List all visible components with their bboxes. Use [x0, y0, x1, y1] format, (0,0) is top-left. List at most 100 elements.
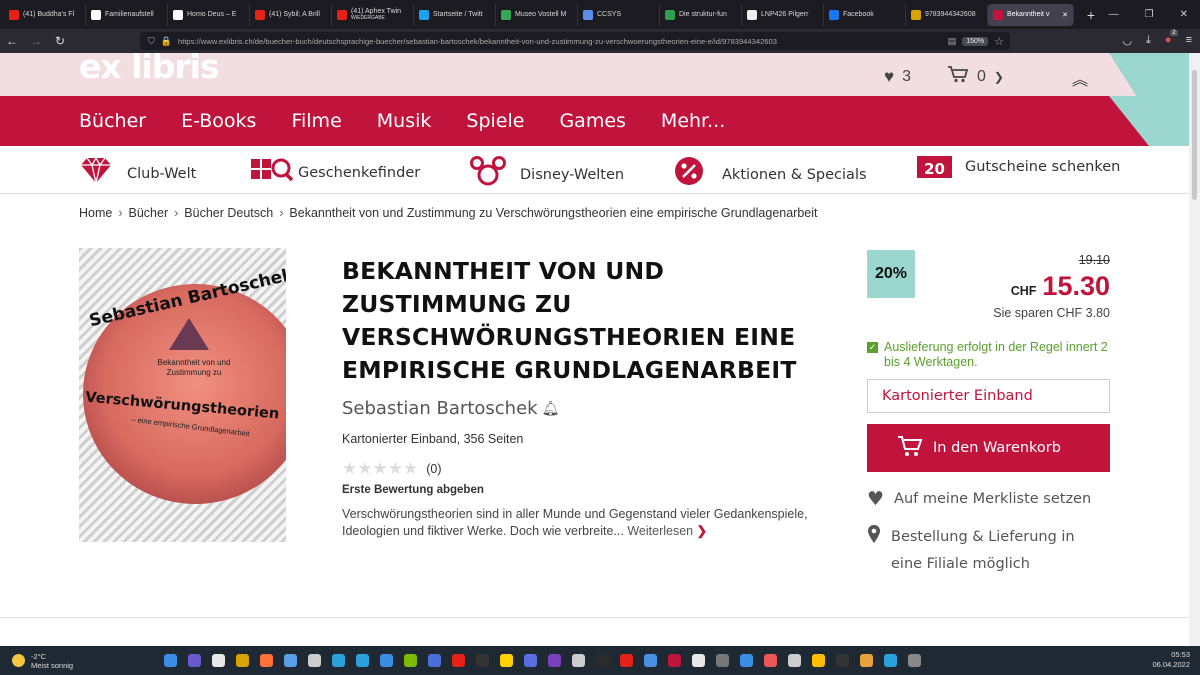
taskbar-app-icon[interactable] [620, 654, 633, 667]
taskbar-app-icon[interactable] [572, 654, 585, 667]
cart-icon[interactable] [947, 65, 969, 88]
author-link[interactable]: Sebastian Bartoschek [342, 398, 538, 419]
taskbar-app-icon[interactable] [452, 654, 465, 667]
main-nav-item[interactable]: Mehr... [661, 110, 725, 132]
browser-tab[interactable]: Homo Deus – E [168, 3, 250, 26]
main-nav-item[interactable]: Games [559, 110, 625, 132]
read-more-link[interactable]: Weiterlesen [627, 524, 693, 538]
taskbar-app-icon[interactable] [404, 654, 417, 667]
url-text[interactable]: https://www.exlibris.ch/de/buecher-buch/… [178, 37, 942, 46]
first-review-link[interactable]: Erste Bewertung abgeben [342, 484, 484, 496]
main-nav-item[interactable]: Musik [377, 110, 432, 132]
taskbar-app-icon[interactable] [884, 654, 897, 667]
weather-widget[interactable]: -2°C Meist sonnig [0, 652, 160, 670]
taskbar-app-icon[interactable] [836, 654, 849, 667]
binding-select[interactable]: Kartonierter Einband [867, 379, 1110, 413]
book-cover-image[interactable]: Sebastian Bartoschek Bekanntheit von und… [79, 248, 286, 542]
reader-view-icon[interactable]: ▤ [948, 36, 957, 47]
browser-tab[interactable]: (41) Aphex Twin WIEDERGABE [332, 3, 414, 26]
minimize-icon[interactable]: — [1109, 9, 1119, 20]
menu-icon[interactable]: ≡ [1186, 34, 1192, 47]
store-delivery-info[interactable]: Bestellung & Lieferung in eine Filiale m… [867, 524, 1081, 578]
close-tab-icon[interactable]: ✕ [1062, 11, 1068, 19]
add-to-cart-button[interactable]: In den Warenkorb [867, 424, 1110, 472]
cart-count[interactable]: 0 [977, 68, 986, 86]
collapse-header-icon[interactable]: ︽ [1072, 66, 1088, 90]
bookmark-star-icon[interactable]: ☆ [994, 35, 1010, 48]
browser-tab[interactable]: Bekanntheit v ✕ [988, 3, 1074, 26]
taskbar-app-icon[interactable] [692, 654, 705, 667]
url-bar[interactable]: ⛉ 🔒 https://www.exlibris.ch/de/buecher-b… [140, 32, 1010, 50]
main-nav-item[interactable]: Filme [291, 110, 341, 132]
subnav-gutscheine[interactable]: 20 Gutscheine schenken [917, 156, 1120, 178]
bell-icon[interactable]: 🔔︎ [542, 401, 560, 417]
extension-icon[interactable]: ● 2 [1165, 30, 1178, 47]
taskbar-app-icon[interactable] [476, 654, 489, 667]
browser-tab[interactable]: CCSYS [578, 3, 660, 26]
taskbar-app-icon[interactable] [740, 654, 753, 667]
shield-icon[interactable]: ⛉ [148, 36, 155, 47]
main-nav-item[interactable]: Spiele [466, 110, 524, 132]
main-nav-item[interactable]: E-Books [181, 110, 256, 132]
download-icon[interactable]: ⤓ [1146, 34, 1151, 47]
browser-tab[interactable]: LNP426 Pilgerr [742, 3, 824, 26]
new-tab-button[interactable]: + [1082, 7, 1100, 23]
taskbar-app-icon[interactable] [500, 654, 513, 667]
chevron-right-icon[interactable]: ❯ [697, 524, 707, 538]
reload-icon[interactable]: ↻ [48, 34, 72, 48]
browser-tab[interactable]: Museo Vostell M [496, 3, 578, 26]
subnav-club-welt[interactable]: Club-Welt [79, 156, 196, 191]
maximize-icon[interactable]: ❐ [1145, 9, 1154, 20]
breadcrumb-buecher[interactable]: Bücher [129, 206, 169, 220]
taskbar-app-icon[interactable] [428, 654, 441, 667]
wishlist-count[interactable]: 3 [902, 68, 911, 86]
subnav-aktionen[interactable]: Aktionen & Specials [674, 156, 867, 193]
taskbar-app-icon[interactable] [260, 654, 273, 667]
back-icon[interactable]: ← [0, 34, 24, 48]
taskbar-app-icon[interactable] [596, 654, 609, 667]
taskbar-app-icon[interactable] [524, 654, 537, 667]
lock-icon[interactable]: 🔒 [161, 36, 172, 47]
taskbar-app-icon[interactable] [284, 654, 297, 667]
browser-tab[interactable]: (41) Buddha's Fl [4, 3, 86, 26]
zoom-level[interactable]: 150% [962, 36, 989, 46]
browser-tab[interactable]: Startseite / Twitt [414, 3, 496, 26]
pocket-icon[interactable]: ◡ [1122, 34, 1132, 47]
exlibris-logo[interactable]: ex libris [79, 53, 220, 86]
taskbar-app-icon[interactable] [236, 654, 249, 667]
browser-tab[interactable]: (41) Sybil; A Brill [250, 3, 332, 26]
scrollbar-thumb[interactable] [1192, 70, 1197, 200]
taskbar-app-icon[interactable] [188, 654, 201, 667]
taskbar-app-icon[interactable] [212, 654, 225, 667]
main-nav-item[interactable]: Bücher [79, 110, 146, 132]
browser-tab[interactable]: 9783944342608 [906, 3, 988, 26]
taskbar-app-icon[interactable] [860, 654, 873, 667]
heart-icon[interactable]: ♥ [884, 67, 894, 87]
close-icon[interactable]: ✕ [1180, 9, 1188, 20]
taskbar-app-icon[interactable] [716, 654, 729, 667]
taskbar-app-icon[interactable] [764, 654, 777, 667]
taskbar-app-icon[interactable] [908, 654, 921, 667]
subnav-geschenkefinder[interactable]: Geschenkefinder [250, 156, 420, 189]
chevron-down-icon[interactable]: ❯ [994, 70, 1004, 84]
taskbar-app-icon[interactable] [308, 654, 321, 667]
taskbar-app-icon[interactable] [644, 654, 657, 667]
forward-icon[interactable]: → [24, 34, 48, 48]
taskbar-app-icon[interactable] [164, 654, 177, 667]
browser-tab[interactable]: Facebook [824, 3, 906, 26]
taskbar-app-icon[interactable] [332, 654, 345, 667]
taskbar-app-icon[interactable] [356, 654, 369, 667]
breadcrumb-home[interactable]: Home [79, 206, 112, 220]
subnav-disney-welten[interactable]: Disney-Welten [470, 156, 624, 193]
browser-tab[interactable]: Familienaufstell [86, 3, 168, 26]
add-to-wishlist-link[interactable]: ♥ Auf meine Merkliste setzen [867, 488, 1091, 510]
taskbar-app-icon[interactable] [668, 654, 681, 667]
taskbar-app-icon[interactable] [812, 654, 825, 667]
taskbar-app-icon[interactable] [548, 654, 561, 667]
breadcrumb-buecher-deutsch[interactable]: Bücher Deutsch [184, 206, 273, 220]
browser-tab[interactable]: Die struktur-fun [660, 3, 742, 26]
taskbar-app-icon[interactable] [380, 654, 393, 667]
current-price: 15.30 [1042, 271, 1110, 301]
taskbar-app-icon[interactable] [788, 654, 801, 667]
system-clock[interactable]: 05:53 06.04.2022 [1152, 650, 1190, 670]
